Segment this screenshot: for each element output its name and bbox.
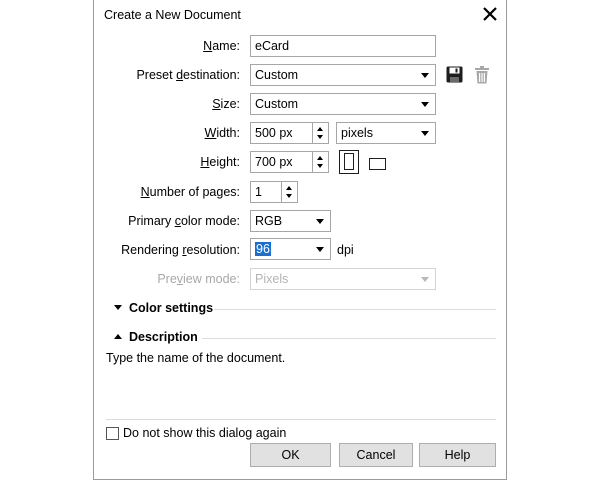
dont-show-again-label: Do not show this dialog again [123, 426, 287, 440]
size-value: Custom [255, 97, 299, 111]
preview-mode-value: Pixels [255, 272, 289, 286]
preview-mode-label: Preview mode: [157, 272, 240, 286]
ok-button[interactable]: OK [250, 443, 331, 467]
trash-icon[interactable] [475, 66, 489, 84]
height-input[interactable]: 700 px [250, 151, 313, 173]
preset-destination-select[interactable]: Custom [250, 64, 436, 86]
divider [106, 419, 496, 420]
resolution-select[interactable]: 96 [250, 238, 331, 260]
floppy-disk-icon[interactable] [446, 66, 463, 83]
description-toggle[interactable]: Description [114, 330, 198, 344]
chevron-down-icon [421, 277, 429, 282]
name-input[interactable]: eCard [250, 35, 436, 57]
portrait-orientation-icon[interactable] [339, 150, 359, 174]
close-icon[interactable] [480, 4, 500, 24]
size-label: Size: [212, 97, 240, 111]
width-spinner[interactable] [313, 122, 329, 144]
resolution-unit: dpi [337, 243, 354, 257]
resolution-value: 96 [255, 242, 271, 256]
spin-down-icon[interactable] [317, 135, 323, 139]
color-mode-value: RGB [255, 214, 283, 228]
divider [202, 338, 496, 339]
spin-down-icon[interactable] [286, 194, 292, 198]
landscape-orientation-icon[interactable] [369, 158, 386, 170]
spin-up-icon[interactable] [286, 186, 292, 190]
spin-up-icon[interactable] [317, 127, 323, 131]
units-value: pixels [341, 126, 373, 140]
units-select[interactable]: pixels [336, 122, 436, 144]
description-text: Type the name of the document. [106, 351, 286, 365]
chevron-down-icon [421, 102, 429, 107]
dont-show-again-checkbox[interactable] [106, 427, 119, 440]
pages-label: Number of pages: [140, 185, 240, 199]
chevron-down-icon [421, 131, 429, 136]
pages-input[interactable]: 1 [250, 181, 282, 203]
height-label: Height: [200, 155, 240, 169]
resolution-label: Rendering resolution: [121, 243, 240, 257]
preset-destination-value: Custom [255, 68, 299, 82]
chevron-down-icon [316, 247, 324, 252]
color-mode-select[interactable]: RGB [250, 210, 331, 232]
help-button[interactable]: Help [419, 443, 496, 467]
dialog-title: Create a New Document [104, 8, 241, 22]
height-spinner[interactable] [313, 151, 329, 173]
color-mode-label: Primary color mode: [128, 214, 240, 228]
cancel-button[interactable]: Cancel [339, 443, 413, 467]
spin-up-icon[interactable] [317, 156, 323, 160]
pages-spinner[interactable] [282, 181, 298, 203]
width-input[interactable]: 500 px [250, 122, 313, 144]
preset-destination-label: Preset destination: [136, 68, 240, 82]
chevron-down-icon [421, 73, 429, 78]
name-label: Name: [203, 39, 240, 53]
width-label: Width: [204, 126, 240, 140]
divider [214, 309, 496, 310]
preview-mode-select: Pixels [250, 268, 436, 290]
create-document-dialog: Create a New Document Name: eCard Preset… [93, 0, 507, 480]
title-bar: Create a New Document [94, 0, 506, 30]
collapse-icon [114, 334, 122, 339]
size-select[interactable]: Custom [250, 93, 436, 115]
color-settings-toggle[interactable]: Color settings [114, 301, 213, 315]
expand-icon [114, 305, 122, 310]
spin-down-icon[interactable] [317, 164, 323, 168]
chevron-down-icon [316, 219, 324, 224]
